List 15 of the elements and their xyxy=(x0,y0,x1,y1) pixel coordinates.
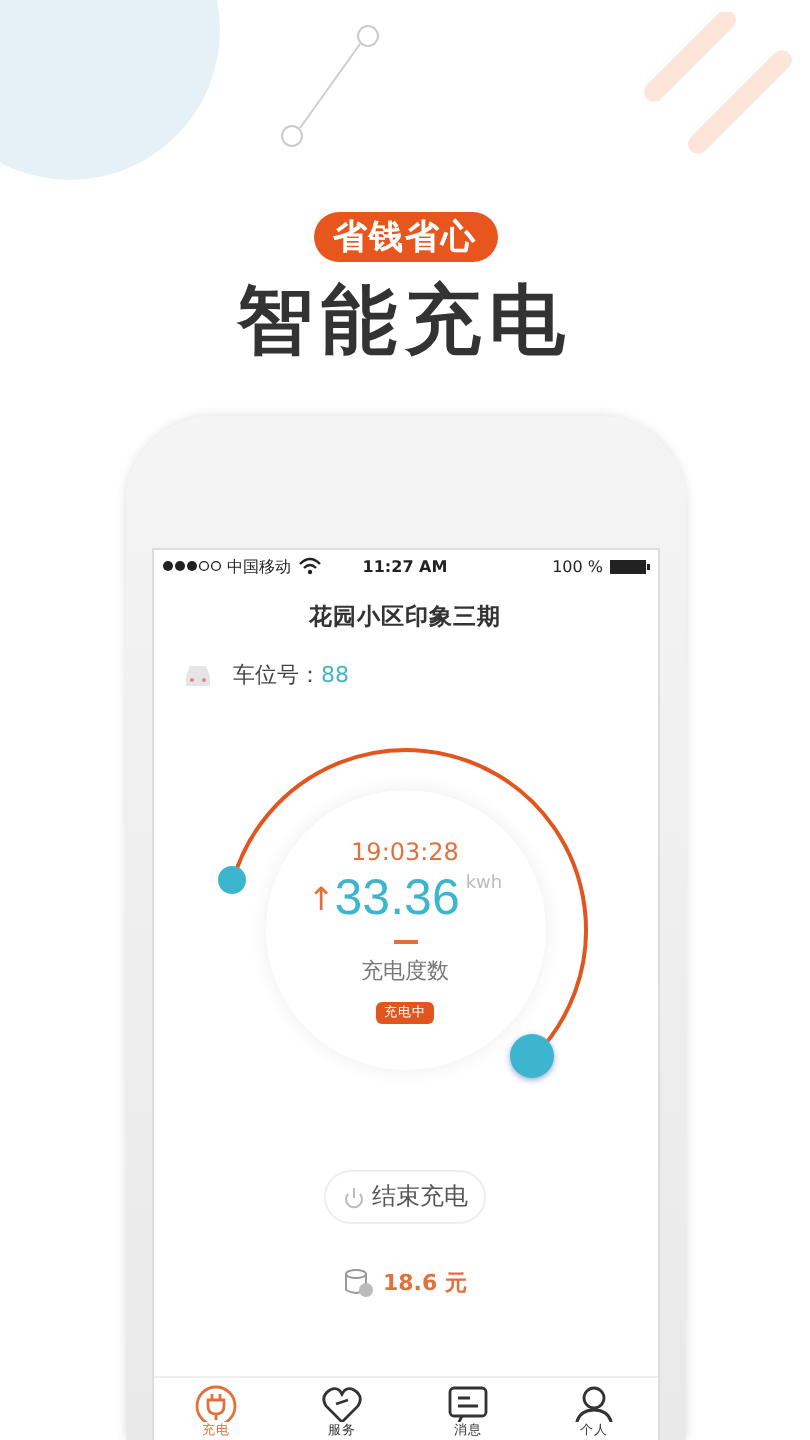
charge-cost: 18.6 元 xyxy=(383,1268,467,1298)
stop-charging-button[interactable]: 结束充电 xyxy=(324,1170,486,1224)
status-time: 11:27 AM xyxy=(362,557,448,575)
slogan-badge: 省钱省心 xyxy=(313,212,497,262)
energy-unit: kwh xyxy=(465,873,503,893)
carrier-name: 中国移动 xyxy=(227,555,291,577)
charge-timer: 19:03:28 xyxy=(351,837,459,865)
spot-label: 车位号： xyxy=(233,660,321,690)
energy-caption: 充电度数 xyxy=(361,955,449,985)
headline: 智能充电 xyxy=(237,274,573,368)
battery-percent: 100 % xyxy=(552,557,603,575)
spot-number: 88 xyxy=(321,662,349,688)
energy-value: 33.36 xyxy=(334,869,460,927)
up-arrow: ↑ xyxy=(307,879,335,917)
screen-title: 花园小区印象三期 xyxy=(309,602,501,632)
